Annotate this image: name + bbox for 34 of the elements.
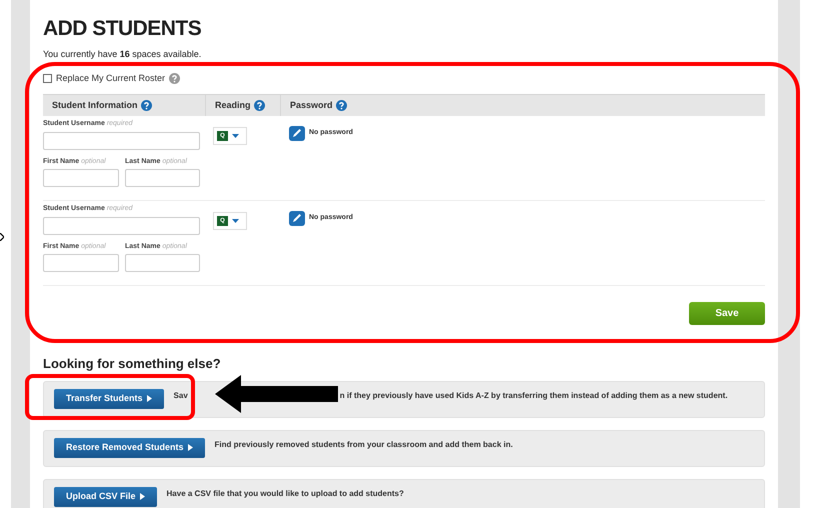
replace-roster-checkbox[interactable]	[43, 74, 52, 83]
help-icon[interactable]	[254, 100, 265, 111]
replace-roster-label: Replace My Current Roster	[56, 72, 166, 85]
spaces-note: You currently have 16 spaces available.	[43, 48, 202, 61]
option-description: n if they previously have used Kids A-Z by transferring them instead of adding them as a new student.	[340, 390, 728, 400]
last-name-field[interactable]	[125, 169, 200, 187]
username-field[interactable]	[43, 216, 200, 234]
first-name-field[interactable]	[43, 169, 119, 187]
caret-down-icon	[232, 134, 239, 138]
column-heading: Password	[290, 98, 333, 112]
column-heading: Student Information	[52, 98, 138, 112]
option-description: Sav	[174, 390, 188, 400]
caret-icon	[146, 395, 152, 402]
help-icon[interactable]	[336, 100, 347, 111]
help-icon[interactable]	[140, 100, 152, 111]
save-button[interactable]: Save	[689, 302, 765, 325]
option-description: Find previously removed students from your classroom and add them back in.	[214, 438, 513, 450]
option-button[interactable]: Restore Removed Students	[54, 438, 205, 458]
caret-icon	[140, 493, 145, 500]
section-heading: Looking for something else?	[43, 355, 222, 373]
last-name-field[interactable]	[125, 254, 200, 272]
caret-icon	[188, 444, 193, 451]
page-title: ADD STUDENTS	[43, 18, 202, 39]
first-name-field[interactable]	[43, 254, 119, 272]
option-button[interactable]: Upload CSV File	[54, 486, 157, 506]
option-description: Have a CSV file that you would like to upload to add students?	[166, 488, 404, 498]
option-button[interactable]: Transfer Students	[54, 388, 164, 408]
edit-pencil-icon[interactable]	[289, 126, 305, 141]
column-heading: Reading	[215, 98, 251, 112]
caret-down-icon	[232, 219, 239, 223]
edit-pencil-icon[interactable]	[289, 211, 305, 226]
help-icon[interactable]	[169, 72, 180, 84]
username-field[interactable]	[43, 132, 200, 150]
chevron-icon	[0, 233, 4, 241]
